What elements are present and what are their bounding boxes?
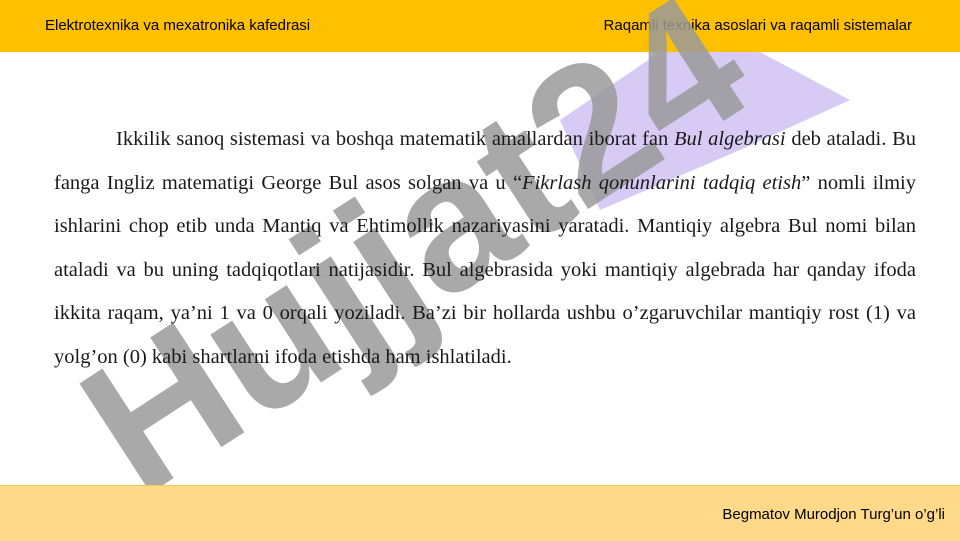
course-title: Raqamli texnika asoslari va raqamli sist… — [603, 17, 912, 34]
author-name: Begmatov Murodjon Turg’un o’g’li — [722, 506, 945, 523]
text-segment: Ikkilik sanoq sistemasi va boshqa matema… — [116, 128, 674, 150]
slide-footer: Begmatov Murodjon Turg’un o’g’li — [0, 485, 960, 541]
text-segment: ” nomli ilmiy ishlarini chop etib unda M… — [54, 171, 916, 368]
department-title: Elektrotexnika va mexatronika kafedrasi — [45, 17, 311, 34]
term-bul-algebrasi: Bul algebrasi — [673, 128, 786, 150]
paragraph: Ikkilik sanoq sistemasi va boshqa matema… — [54, 118, 916, 379]
slide-header: Elektrotexnika va mexatronika kafedrasi … — [0, 0, 960, 52]
book-title: Fikrlash qonunlarini tadqiq etish — [522, 171, 802, 194]
